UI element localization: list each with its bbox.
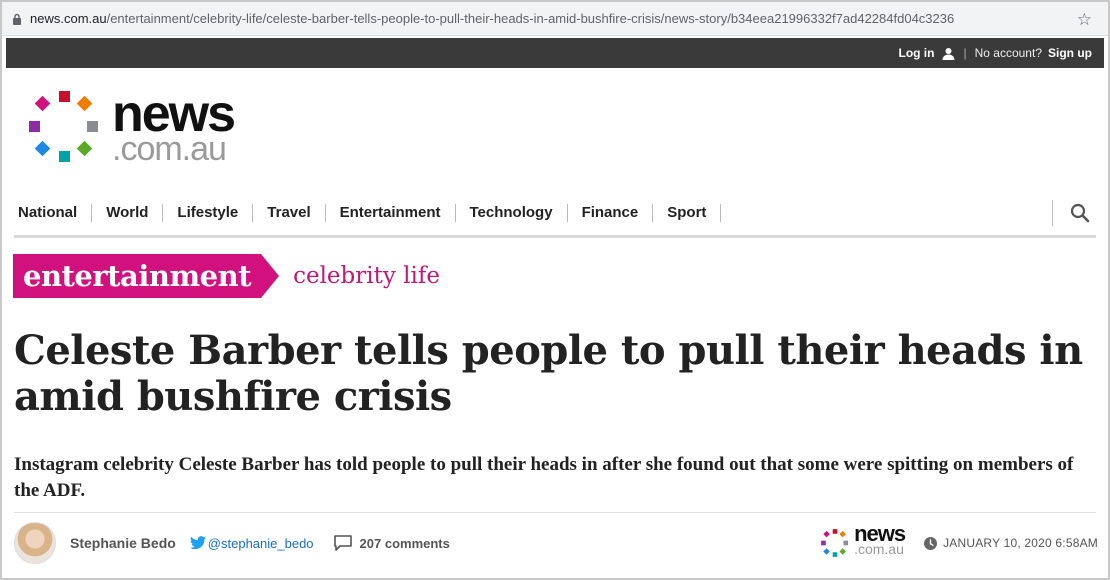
- publish-meta: news .com.au JANUARY 10, 2020 6:58AM: [820, 522, 1098, 564]
- nav-divider: [14, 235, 1096, 238]
- logo-dots-icon: [29, 91, 98, 162]
- nav-item-finance[interactable]: Finance: [568, 204, 654, 222]
- section-breadcrumb: entertainment celebrity life: [13, 254, 440, 298]
- logo-word-comau: .com.au: [112, 130, 227, 168]
- url-text[interactable]: news.com.au/entertainment/celebrity-life…: [30, 11, 954, 26]
- divider: |: [963, 46, 967, 60]
- lock-icon: [10, 12, 24, 26]
- clock-icon: [924, 536, 938, 550]
- comments-link[interactable]: 207 comments: [333, 535, 450, 551]
- byline-divider: [14, 512, 1096, 513]
- comments-count: 207 comments: [359, 535, 450, 551]
- account-bar: Log in | No account? Sign up: [6, 38, 1104, 68]
- main-nav: National World Lifestyle Travel Entertai…: [12, 196, 1096, 230]
- browser-address-bar[interactable]: news.com.au/entertainment/celebrity-life…: [2, 2, 1108, 36]
- nav-item-lifestyle[interactable]: Lifestyle: [163, 204, 254, 222]
- login-link[interactable]: Log in: [898, 46, 955, 60]
- nav-item-travel[interactable]: Travel: [253, 204, 326, 222]
- url-domain: news.com.au: [30, 11, 107, 26]
- publisher-logo-dots-icon: [821, 529, 849, 557]
- nav-item-sport[interactable]: Sport: [653, 204, 722, 222]
- publisher-logo-comau: .com.au: [854, 541, 904, 557]
- publish-date: JANUARY 10, 2020 6:58AM: [943, 536, 1098, 550]
- site-logo[interactable]: news .com.au: [26, 86, 266, 170]
- nav-item-national[interactable]: National: [12, 204, 93, 222]
- comment-bubble-icon: [333, 535, 352, 551]
- publisher-logo: news .com.au: [820, 523, 914, 563]
- author-name[interactable]: Stephanie Bedo: [70, 535, 176, 551]
- url-path: /entertainment/celebrity-life/celeste-ba…: [106, 11, 955, 26]
- subsection-tag-celebrity-life[interactable]: celebrity life: [293, 263, 440, 289]
- article-standfirst: Instagram celebrity Celeste Barber has t…: [14, 454, 1074, 501]
- signup-link[interactable]: Sign up: [1048, 46, 1092, 60]
- nav-item-entertainment[interactable]: Entertainment: [326, 204, 456, 222]
- search-icon: [1070, 203, 1090, 223]
- section-tag-entertainment[interactable]: entertainment: [13, 254, 280, 298]
- author-twitter-link[interactable]: @stephanie_bedo: [189, 535, 314, 551]
- nav-item-world[interactable]: World: [92, 204, 164, 222]
- article-byline: Stephanie Bedo @stephanie_bedo 207 comme…: [14, 520, 1098, 566]
- author-avatar[interactable]: [14, 522, 56, 564]
- twitter-handle: @stephanie_bedo: [207, 535, 314, 551]
- article-headline: Celeste Barber tells people to pull thei…: [14, 327, 1083, 420]
- twitter-bird-icon: [189, 536, 206, 550]
- no-account-text: No account?: [974, 46, 1042, 60]
- bookmark-star-icon[interactable]: ☆: [1077, 10, 1092, 30]
- login-label: Log in: [898, 46, 935, 60]
- search-button[interactable]: [1052, 200, 1096, 226]
- nav-item-technology[interactable]: Technology: [456, 204, 568, 222]
- user-icon: [942, 47, 955, 60]
